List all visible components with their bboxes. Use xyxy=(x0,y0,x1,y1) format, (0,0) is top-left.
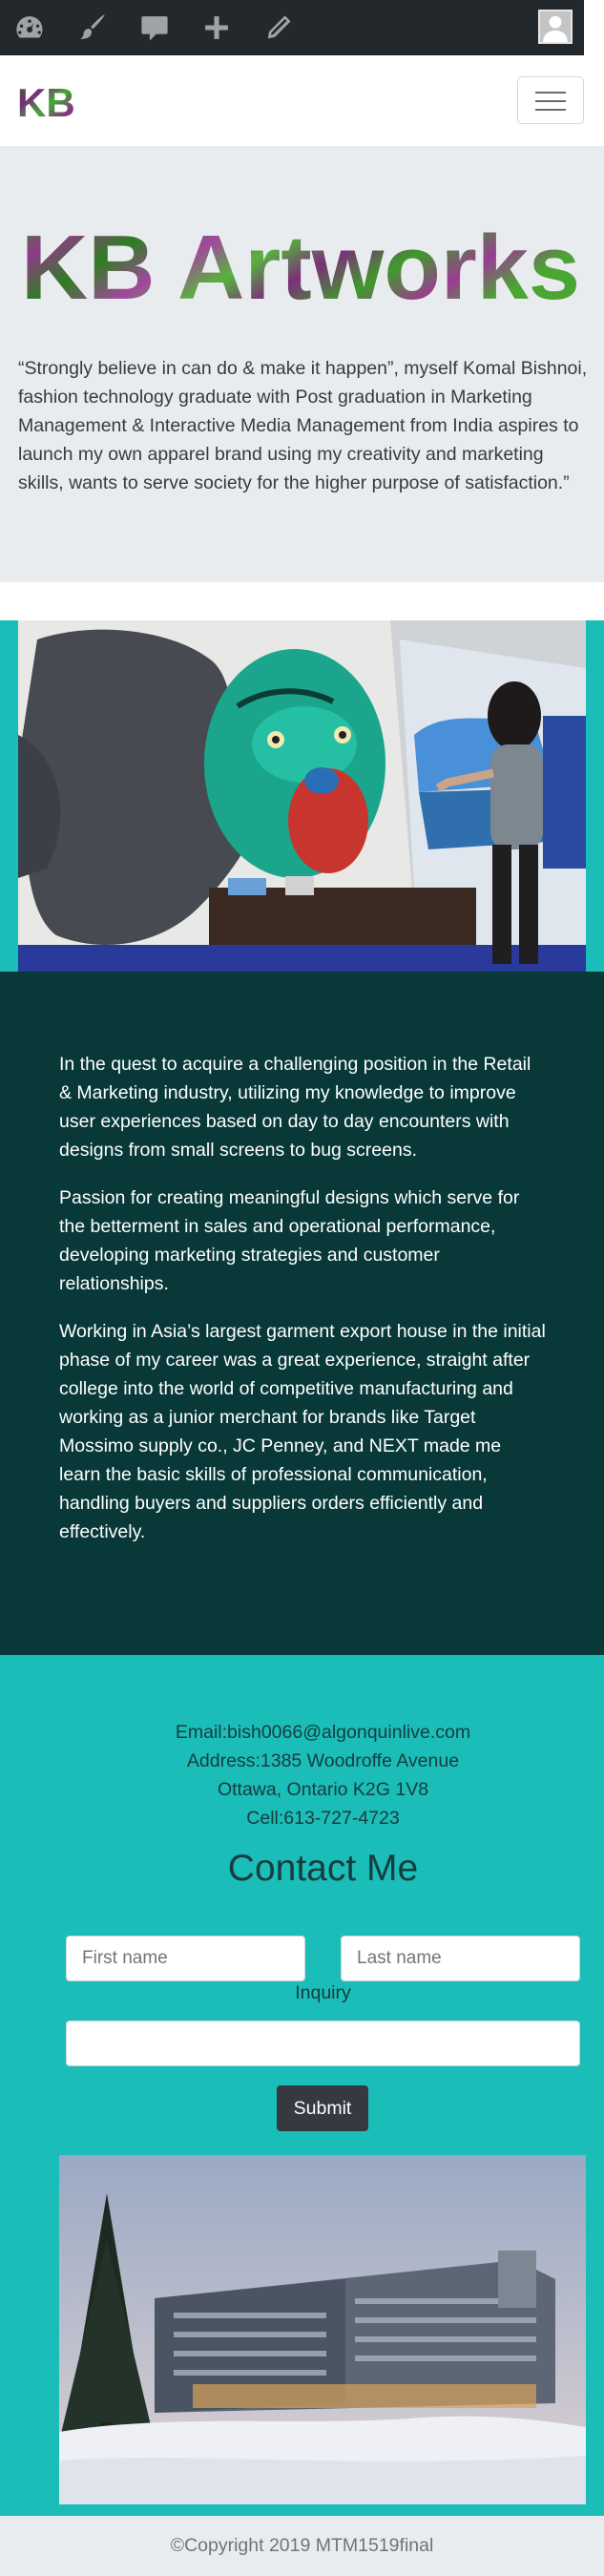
menu-toggle-button[interactable] xyxy=(517,76,584,124)
copyright-text: ©Copyright 2019 MTM1519final xyxy=(170,2535,434,2556)
about-paragraph-3: Working in Asia’s largest garment export… xyxy=(59,1321,546,1542)
artist-painting-image xyxy=(18,620,586,972)
navbar: KB xyxy=(0,55,604,146)
about-paragraph-2: Passion for creating meaningful designs … xyxy=(59,1187,520,1294)
inquiry-label: Inquiry xyxy=(295,1982,351,2003)
hero-jumbotron: KB Artworks “Strongly believe in can do … xyxy=(0,146,604,582)
contact-cell: Cell:613-727-4723 xyxy=(246,1808,400,1829)
pencil-icon[interactable] xyxy=(260,10,297,46)
about-paragraph-1: In the quest to acquire a challenging po… xyxy=(59,1054,531,1161)
inquiry-input[interactable] xyxy=(66,2021,580,2066)
first-name-input[interactable] xyxy=(66,1936,305,1981)
about-section: In the quest to acquire a challenging po… xyxy=(0,972,604,1655)
plus-icon[interactable] xyxy=(198,10,235,46)
submit-button[interactable]: Submit xyxy=(277,2085,368,2131)
avatar-icon[interactable] xyxy=(538,10,573,44)
brush-icon[interactable] xyxy=(73,10,110,46)
comment-icon[interactable] xyxy=(136,10,173,46)
admin-bar xyxy=(0,0,584,55)
hero-title-text: KB Artworks xyxy=(21,217,580,318)
contact-city: Ottawa, Ontario K2G 1V8 xyxy=(217,1779,429,1800)
footer: ©Copyright 2019 MTM1519final xyxy=(0,2516,604,2576)
last-name-input[interactable] xyxy=(341,1936,580,1981)
hero-title: KB Artworks xyxy=(21,217,580,318)
contact-title: Contact Me xyxy=(227,1848,419,1889)
dashboard-icon[interactable] xyxy=(11,10,48,46)
brand-text: KB xyxy=(17,80,75,124)
campus-building-image xyxy=(59,2155,586,2504)
brand-logo[interactable]: KB xyxy=(17,76,84,129)
contact-address: Address:1385 Woodroffe Avenue xyxy=(186,1750,460,1771)
contact-email: Email:bish0066@algonquinlive.com xyxy=(175,1722,471,1743)
hero-quote: “Strongly believe in can do & make it ha… xyxy=(18,358,588,493)
contact-info: Email:bish0066@algonquinlive.com Address… xyxy=(0,1718,604,1833)
hamburger-icon xyxy=(535,92,566,94)
